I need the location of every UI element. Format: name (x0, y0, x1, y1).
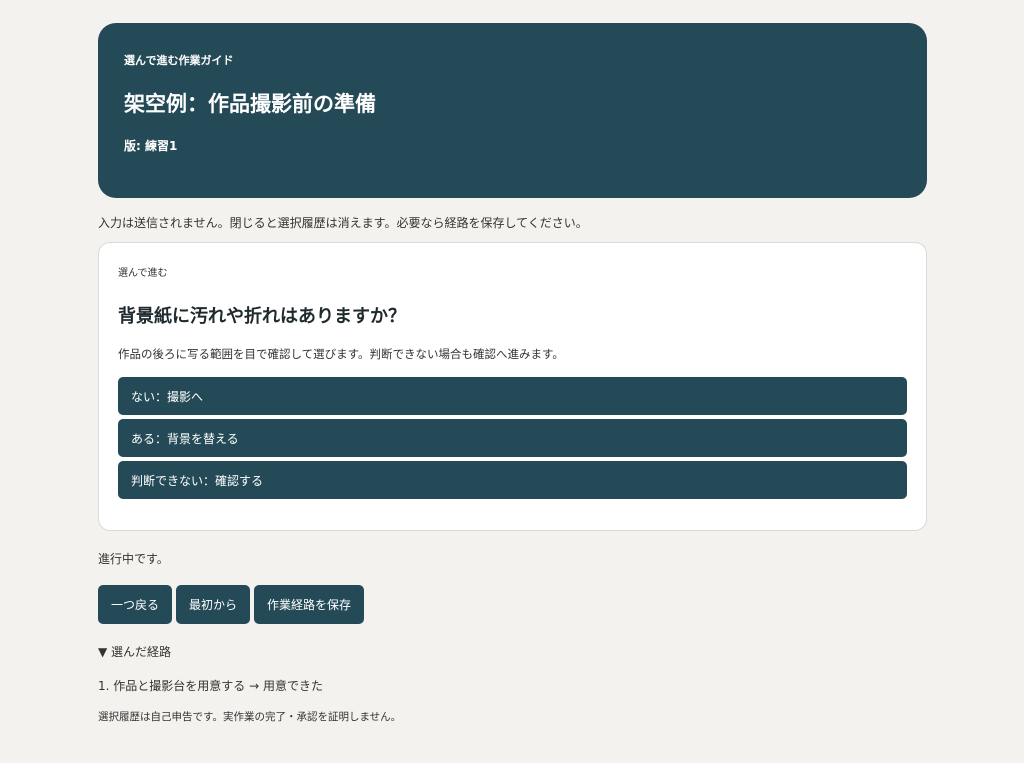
guide-header: 選んで進む作業ガイド 架空例：作品撮影前の準備 版: 練習1 (98, 23, 927, 198)
page: 選んで進む作業ガイド 架空例：作品撮影前の準備 版: 練習1 入力は送信されませ… (98, 23, 927, 724)
question-card: 選んで進む 背景紙に汚れや折れはありますか？ 作品の後ろに写る範囲を目で確認して… (98, 242, 927, 531)
restart-button[interactable]: 最初から (176, 585, 251, 624)
save-path-button[interactable]: 作業経路を保存 (254, 585, 365, 624)
version-label: 版: 練習1 (124, 139, 178, 153)
page-title: 架空例：作品撮影前の準備 (124, 92, 376, 116)
path-list: 1. 作品と撮影台を用意する → 用意できた (98, 678, 927, 694)
progress-status: 進行中です。 (98, 552, 169, 566)
header-eyebrow: 選んで進む作業ガイド (124, 54, 234, 67)
list-item: 1. 作品と撮影台を用意する → 用意できた (98, 679, 323, 693)
privacy-notice: 入力は送信されません。閉じると選択履歴は消えます。必要なら経路を保存してください… (98, 216, 588, 230)
choice-button-unsure[interactable]: 判断できない：確認する (118, 461, 907, 499)
back-button[interactable]: 一つ戻る (98, 585, 173, 624)
path-disclosure-toggle[interactable]: ▼ 選んだ経路 (98, 644, 927, 660)
choice-button-no[interactable]: ない：撮影へ (118, 377, 907, 415)
choice-button-yes[interactable]: ある：背景を替える (118, 419, 907, 457)
choice-list: ない：撮影へ ある：背景を替える 判断できない：確認する (118, 377, 907, 499)
disclaimer: 選択履歴は自己申告です。実作業の完了・承認を証明しません。 (98, 711, 402, 723)
question-heading: 背景紙に汚れや折れはありますか？ (118, 306, 406, 327)
question-description: 作品の後ろに写る範囲を目で確認して選びます。判断できない場合も確認へ進みます。 (118, 347, 564, 361)
action-bar: 一つ戻る 最初から 作業経路を保存 (98, 585, 927, 624)
card-eyebrow: 選んで進む (118, 268, 168, 279)
